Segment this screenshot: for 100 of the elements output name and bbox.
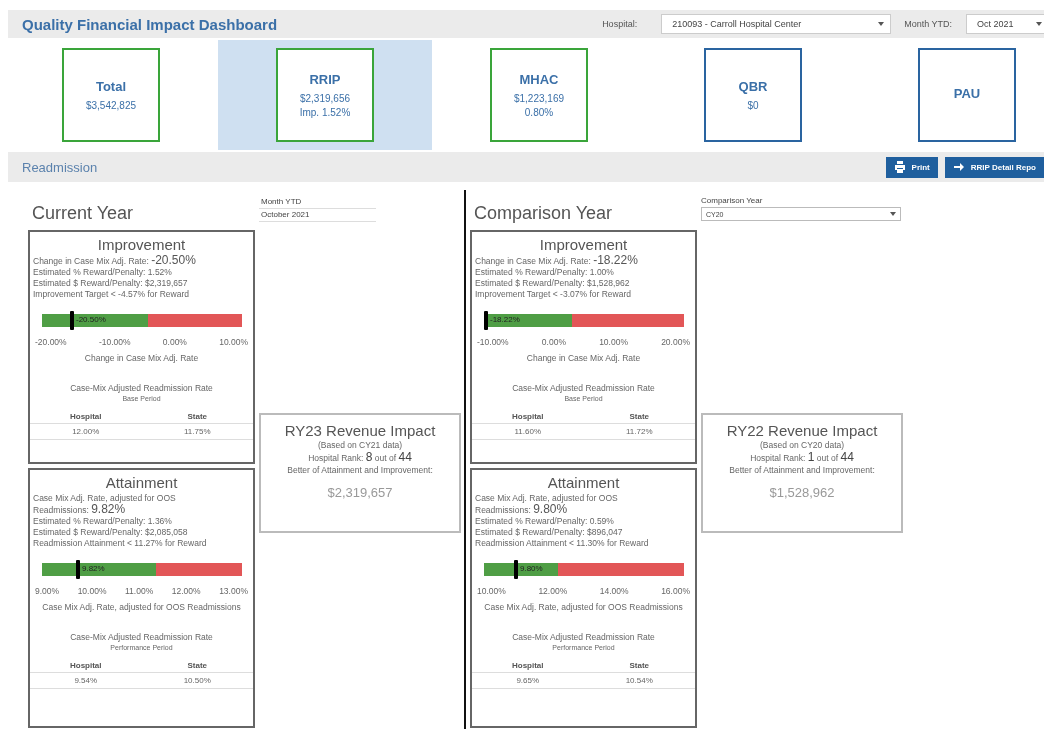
column-header: Hospital <box>30 412 142 424</box>
tick-label: 10.00% <box>477 586 506 596</box>
metric-text: Readmission Attainment < 11.30% for Reward <box>475 538 650 549</box>
card-title: Attainment <box>546 474 621 491</box>
section-title: Readmission <box>22 159 99 175</box>
column-header: State <box>583 412 695 424</box>
field-label: Month YTD <box>259 196 376 209</box>
table-cell: 11.60% <box>472 424 584 440</box>
year-heading: Comparison Year <box>473 202 614 225</box>
metric-text: Improvement Target < -3.07% for Reward <box>475 289 632 300</box>
kpi-tab[interactable]: Total $3,542,825 <box>4 40 218 150</box>
kpi-name: QBR <box>738 79 768 94</box>
table-cell: 9.65% <box>472 673 584 689</box>
filter-label: Hospital: <box>602 19 638 29</box>
caret-icon <box>890 212 896 216</box>
kpi-value: $3,542,825 <box>85 100 137 111</box>
tick-label: 14.00% <box>599 586 629 596</box>
column-header: Hospital <box>30 661 142 673</box>
tick-label: 0.00% <box>162 337 187 347</box>
column-header: State <box>141 661 253 673</box>
column-header: State <box>583 661 695 673</box>
table-title: Case-Mix Adjusted Readmission Rate <box>511 383 656 393</box>
data-basis: (Based on CY20 data) <box>758 439 846 451</box>
table-cell: 9.54% <box>30 673 142 689</box>
metric-text: Estimated % Reward/Penalty: 1.52% <box>33 267 173 278</box>
tick-label: 10.00% <box>599 337 628 347</box>
table-cell: 10.50% <box>141 673 253 689</box>
metric-text: Estimated % Reward/Penalty: 1.00% <box>475 267 615 278</box>
kpi-tab[interactable]: MHAC $1,223,169 0.80% <box>432 40 646 150</box>
data-basis: (Based on CY21 data) <box>316 439 404 451</box>
metric-text: Case Mix Adj. Rate, adjusted for OOS Readmissions: 9.80% <box>475 493 619 516</box>
table-title: Case-Mix Adjusted Readmission Rate <box>69 632 214 642</box>
metric-text: Improvement Target < -4.57% for Reward <box>33 289 190 300</box>
kpi-name: RRIP <box>309 72 341 87</box>
metric-text: Estimated $ Reward/Penalty: $2,085,058 <box>33 527 189 538</box>
kpi-name: PAU <box>953 86 981 101</box>
kpi-name: Total <box>95 79 127 94</box>
column-header: Hospital <box>472 412 584 424</box>
kpi-value: $2,319,656 <box>299 93 351 104</box>
impact-value: $2,319,657 <box>326 485 394 500</box>
kpi-tab[interactable]: QBR $0 <box>646 40 860 150</box>
tick-label: 16.00% <box>661 586 690 596</box>
metric-text: Estimated $ Reward/Penalty: $1,528,962 <box>475 278 631 289</box>
note-text: Better of Attainment and Improvement: <box>728 464 876 476</box>
kpi-value: $1,223,169 <box>513 93 565 104</box>
axis-title: Change in Case Mix Adj. Rate <box>525 353 642 363</box>
rank-text: Hospital Rank: 8 out of 44 <box>307 451 413 464</box>
tick-label: 13.00% <box>219 586 248 596</box>
metric-text: Estimated % Reward/Penalty: 1.36% <box>33 516 173 527</box>
card-title: Improvement <box>96 236 187 253</box>
tick-label: 12.00% <box>171 586 201 596</box>
table-cell: 12.00% <box>30 424 142 440</box>
metric-text: Change in Case Mix Adj. Rate: -18.22% <box>475 255 639 267</box>
tick-label: 20.00% <box>661 337 690 347</box>
dropdown-value: Oct 2021 <box>977 19 1014 29</box>
tick-label: 0.00% <box>541 337 566 347</box>
metric-text: Change in Case Mix Adj. Rate: -20.50% <box>33 255 197 267</box>
kpi-tile[interactable]: MHAC $1,223,169 0.80% <box>490 48 588 142</box>
field-label: Comparison Year <box>701 196 764 205</box>
axis-title: Case Mix Adj. Rate, adjusted for OOS Readmissions <box>483 602 684 612</box>
axis-title: Change in Case Mix Adj. Rate <box>83 353 200 363</box>
note-text: Better of Attainment and Improvement: <box>286 464 434 476</box>
kpi-tile[interactable]: RRIP $2,319,656 Imp. 1.52% <box>276 48 374 142</box>
gauge-reading: 9.80% <box>520 564 543 573</box>
column-header: Hospital <box>472 661 584 673</box>
dashboard-title: Quality Financial Impact Dashboard <box>22 15 279 33</box>
filter-label: Month YTD: <box>904 19 952 29</box>
field-value: October 2021 <box>259 209 376 222</box>
tick-label: -20.00% <box>35 337 67 347</box>
card-title: RY23 Revenue Impact <box>283 422 437 439</box>
card-title: RY22 Revenue Impact <box>725 422 879 439</box>
tick-label: 12.00% <box>538 586 568 596</box>
table-cell: 11.72% <box>583 424 695 440</box>
printer-icon <box>893 161 906 173</box>
gauge-reading: -20.50% <box>76 315 106 324</box>
table-cell: 10.54% <box>583 673 695 689</box>
column-header: State <box>141 412 253 424</box>
kpi-tab[interactable]: RRIP $2,319,656 Imp. 1.52% <box>218 40 432 150</box>
kpi-tab[interactable]: PAU <box>860 40 1044 150</box>
dropdown-value: 210093 - Carroll Hospital Center <box>672 19 802 29</box>
kpi-value: 0.80% <box>524 107 554 118</box>
metric-text: Estimated $ Reward/Penalty: $896,047 <box>475 527 624 538</box>
kpi-tile[interactable]: QBR $0 <box>704 48 802 142</box>
axis-title: Case Mix Adj. Rate, adjusted for OOS Readmissions <box>41 602 242 612</box>
card-title: Improvement <box>538 236 629 253</box>
tick-label: -10.00% <box>98 337 131 347</box>
gauge-reading: -18.22% <box>490 315 520 324</box>
tick-label: -10.00% <box>477 337 509 347</box>
gauge-reading: 9.82% <box>82 564 105 573</box>
impact-value: $1,528,962 <box>768 485 836 500</box>
metric-text: Readmission Attainment < 11.27% for Reward <box>33 538 208 549</box>
kpi-tile[interactable]: Total $3,542,825 <box>62 48 160 142</box>
arrow-icon <box>952 161 965 173</box>
rank-text: Hospital Rank: 1 out of 44 <box>749 451 855 464</box>
tick-label: 10.00% <box>77 586 107 596</box>
report-button[interactable]: RRIP Detail Repo <box>944 156 1044 178</box>
card-title: Attainment <box>104 474 179 491</box>
metric-text: Estimated % Reward/Penalty: 0.59% <box>475 516 615 527</box>
year-heading: Current Year <box>31 202 135 225</box>
print-button[interactable]: Print <box>885 156 938 178</box>
